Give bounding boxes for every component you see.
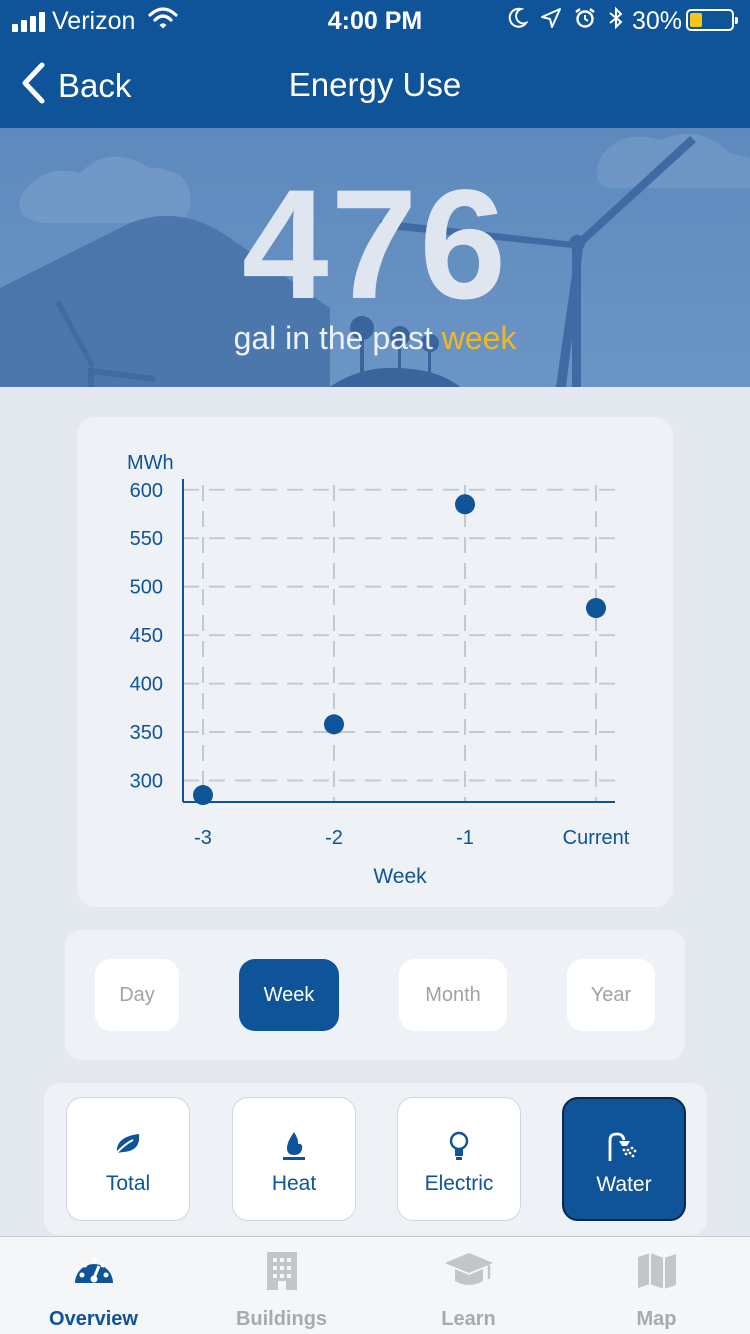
y-tick-label: 550 [130,528,163,550]
y-tick-label: 400 [130,674,163,696]
data-point [193,785,213,806]
usage-chart-card: 600 550 500 450 400 350 300 MWh -3 -2 -1 Current Wee… [77,417,673,907]
category-heat-label: Heat [271,1172,317,1195]
tab-overview[interactable]: Overview [0,1237,187,1334]
category-total-label: Total [105,1172,151,1195]
bluetooth-icon [608,6,624,37]
tab-overview-label: Overview [49,1308,138,1330]
period-week-button[interactable]: Week [239,959,339,1031]
y-tick-label: 500 [130,577,163,599]
leaf-icon [67,1131,189,1157]
top-bar: Verizon 4:00 PM 30% Back Energy Use [0,0,750,128]
gauge-icon [0,1251,187,1287]
shower-icon [564,1132,684,1162]
y-tick-label: 350 [130,722,163,744]
period-week-label: Week [263,983,315,1006]
flame-icon [233,1131,355,1161]
period-day-label: Day [119,983,155,1006]
y-tick-label: 600 [130,480,163,502]
period-selector: Day Week Month Year [65,930,685,1060]
y-tick-label: 450 [130,625,163,647]
period-year-label: Year [590,983,632,1006]
category-heat-button[interactable]: Heat [232,1097,356,1221]
page-title: Energy Use [288,66,462,103]
y-tick-label: 300 [130,771,163,793]
period-month-button[interactable]: Month [399,959,507,1031]
x-tick-label: -3 [194,827,212,849]
caption-period: week [441,320,517,356]
tab-bar: Overview Buildings Learn Map [0,1236,750,1334]
usage-caption: gal in the past week [0,320,750,357]
tab-learn-label: Learn [441,1308,496,1330]
lightbulb-icon [398,1131,520,1161]
period-month-label: Month [425,983,481,1006]
tab-map[interactable]: Map [563,1237,750,1334]
graduation-cap-icon [375,1251,562,1291]
x-tick-label: -1 [456,827,474,849]
tab-map-label: Map [636,1308,677,1330]
data-point [586,598,606,618]
category-electric-button[interactable]: Electric [397,1097,521,1221]
x-tick-label: Current [563,827,630,849]
data-point [324,714,344,735]
y-axis-label: MWh [127,452,174,474]
location-arrow-icon [540,7,562,36]
usage-chart: 600 550 500 450 400 350 300 MWh -3 -2 -1 Current Wee… [127,452,630,888]
tab-buildings[interactable]: Buildings [188,1237,375,1334]
period-year-button[interactable]: Year [567,959,655,1031]
building-icon [188,1251,375,1291]
category-water-button[interactable]: Water [562,1097,686,1221]
hero-banner: 476 gal in the past week [0,128,750,387]
x-axis-label: Week [373,865,427,888]
status-bar: Verizon 4:00 PM 30% [0,0,750,40]
usage-value: 476 [241,158,509,332]
category-water-label: Water [596,1173,652,1196]
data-point [455,494,475,515]
period-day-button[interactable]: Day [95,959,179,1031]
category-electric-label: Electric [424,1172,494,1195]
moon-icon [508,7,529,36]
battery-icon [686,9,738,31]
x-tick-label: -2 [325,827,343,849]
map-icon [563,1251,750,1291]
alarm-icon [574,7,596,36]
caption-prefix: gal in the past [233,320,433,356]
category-total-button[interactable]: Total [66,1097,190,1221]
category-selector: Total Heat Electric Water [44,1083,707,1235]
tab-learn[interactable]: Learn [375,1237,562,1334]
battery-percent: 30% [632,7,683,35]
tab-buildings-label: Buildings [235,1308,328,1330]
